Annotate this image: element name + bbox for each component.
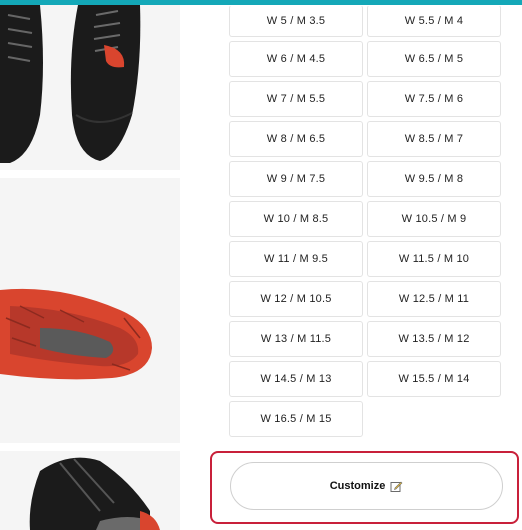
size-option[interactable]: W 6 / M 4.5 <box>229 41 363 77</box>
size-option[interactable]: W 5.5 / M 4 <box>367 5 501 37</box>
size-grid: W 5 / M 3.5 W 5.5 / M 4W 6 / M 4.5 W 6.5 /… <box>229 5 501 437</box>
shoe-sole-image <box>0 178 180 443</box>
size-option[interactable]: W 10.5 / M 9 <box>367 201 501 237</box>
size-option[interactable]: W 6.5 / M 5 <box>367 41 501 77</box>
edit-icon <box>390 480 403 493</box>
customize-label: Customize <box>329 480 386 492</box>
size-option[interactable]: W 11.5 / M 10 <box>367 241 501 277</box>
size-option[interactable]: W 5 / M 3.5 <box>229 5 363 37</box>
size-option[interactable]: W 9.5 / M 8 <box>367 161 501 197</box>
product-image-sole-view[interactable] <box>0 178 180 443</box>
size-option[interactable]: W 7.5 / M 6 <box>367 81 501 117</box>
size-option[interactable]: W 16.5 / M 15 <box>229 401 363 437</box>
size-option[interactable]: W 15.5 / M 14 <box>367 361 501 397</box>
product-image-side-view[interactable] <box>0 451 180 530</box>
shoe-side-image <box>0 451 180 530</box>
size-option[interactable]: W 13 / M 11.5 <box>229 321 363 357</box>
customize-button[interactable]: Customize <box>230 462 503 510</box>
shoe-top-view-image <box>0 5 180 170</box>
size-option[interactable]: W 13.5 / M 12 <box>367 321 501 357</box>
size-option[interactable]: W 12 / M 10.5 <box>229 281 363 317</box>
size-option[interactable]: W 10 / M 8.5 <box>229 201 363 237</box>
size-option[interactable]: W 7 / M 5.5 <box>229 81 363 117</box>
size-option[interactable]: W 14.5 / M 13 <box>229 361 363 397</box>
size-option[interactable]: W 11 / M 9.5 <box>229 241 363 277</box>
size-option[interactable]: W 8 / M 6.5 <box>229 121 363 157</box>
size-option[interactable]: W 8.5 / M 7 <box>367 121 501 157</box>
product-image-top-view[interactable] <box>0 5 180 170</box>
size-option[interactable]: W 9 / M 7.5 <box>229 161 363 197</box>
size-option[interactable]: W 12.5 / M 11 <box>367 281 501 317</box>
